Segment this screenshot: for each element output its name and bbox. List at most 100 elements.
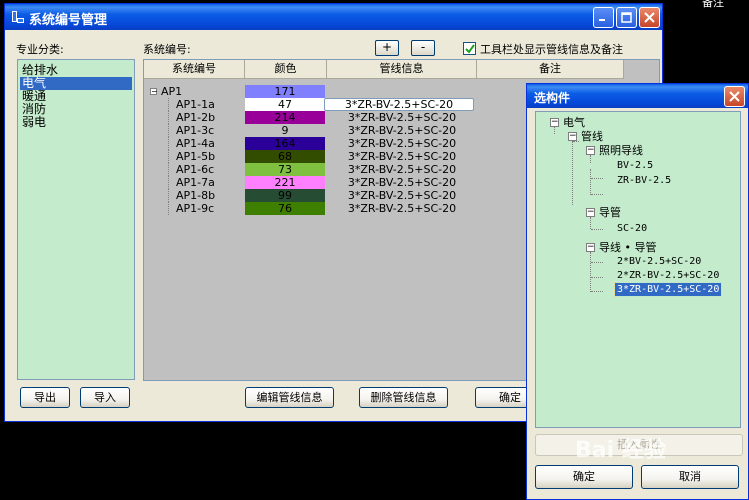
color-cell[interactable]: 76 bbox=[245, 202, 325, 215]
grid-header-id[interactable]: 系统编号 bbox=[144, 60, 245, 78]
collapse-toggle-icon[interactable]: − bbox=[550, 118, 559, 127]
export-button[interactable]: 导出 bbox=[20, 387, 70, 408]
tree-node-combo[interactable]: 2*BV-2.5+SC-20 bbox=[617, 255, 701, 268]
tree-node-wire[interactable]: ZR-BV-2.5 bbox=[617, 174, 671, 187]
minimize-button[interactable] bbox=[593, 7, 614, 28]
pipe-info-cell[interactable]: 3*ZR-BV-2.5+SC-20 bbox=[327, 202, 477, 215]
tree-node-wire-conduit[interactable]: 导线 • 导管 bbox=[599, 241, 656, 254]
tree-line bbox=[168, 124, 169, 137]
toolbar-info-checkbox-label[interactable]: 工具栏处显示管线信息及备注 bbox=[480, 41, 623, 57]
tree-line bbox=[590, 155, 591, 163]
tree-line bbox=[168, 150, 169, 163]
dialog-close-button[interactable] bbox=[724, 86, 745, 107]
tree-line bbox=[591, 277, 603, 278]
pipe-info-cell[interactable]: 3*ZR-BV-2.5+SC-20 bbox=[327, 189, 477, 202]
pipe-info-cell[interactable]: 3*ZR-BV-2.5+SC-20 bbox=[327, 176, 477, 189]
tree-line bbox=[591, 291, 603, 292]
close-icon bbox=[729, 91, 740, 102]
add-button[interactable]: + bbox=[375, 40, 399, 56]
app-icon bbox=[12, 11, 24, 23]
pipe-info-cell[interactable]: 3*ZR-BV-2.5+SC-20 bbox=[327, 124, 477, 137]
color-cell[interactable]: 9 bbox=[245, 124, 325, 137]
pipe-info-cell[interactable]: 3*ZR-BV-2.5+SC-20 bbox=[327, 111, 477, 124]
tree-line bbox=[168, 189, 169, 202]
tree-line bbox=[168, 163, 169, 176]
pipe-info-edit-field[interactable]: 3*ZR-BV-2.5+SC-20 bbox=[324, 98, 474, 111]
system-number-cell[interactable]: AP1-5b bbox=[176, 150, 215, 163]
category-list[interactable]: 给排水 电气 暖通 消防 弱电 bbox=[17, 59, 135, 380]
tree-node-pipe[interactable]: 管线 bbox=[581, 130, 603, 143]
collapse-toggle-icon[interactable]: − bbox=[586, 208, 595, 217]
color-cell[interactable]: 171 bbox=[245, 85, 325, 98]
tree-line bbox=[591, 262, 603, 263]
pipe-info-cell[interactable]: 3*ZR-BV-2.5+SC-20 bbox=[327, 163, 477, 176]
tree-line bbox=[168, 176, 169, 189]
color-cell[interactable]: 99 bbox=[245, 189, 325, 202]
tree-node-conduit-item[interactable]: SC-20 bbox=[617, 222, 647, 235]
tree-line bbox=[572, 141, 573, 205]
maximize-button[interactable] bbox=[616, 7, 637, 28]
collapse-toggle-icon[interactable]: − bbox=[586, 243, 595, 252]
system-number-cell[interactable]: AP1-7a bbox=[176, 176, 215, 189]
system-number-cell[interactable]: AP1-2b bbox=[176, 111, 215, 124]
color-cell[interactable]: 221 bbox=[245, 176, 325, 189]
tree-line bbox=[554, 127, 555, 134]
tree-line bbox=[591, 229, 603, 230]
pipe-info-cell[interactable]: 3*ZR-BV-2.5+SC-20 bbox=[327, 150, 477, 163]
color-cell[interactable]: 68 bbox=[245, 150, 325, 163]
tree-line bbox=[590, 169, 591, 195]
tree-line bbox=[591, 194, 603, 195]
tree-line bbox=[590, 252, 591, 292]
check-icon bbox=[465, 44, 475, 54]
toolbar-info-checkbox[interactable] bbox=[463, 42, 476, 55]
tree-node-electric[interactable]: 电气 bbox=[563, 116, 585, 129]
tree-line bbox=[168, 98, 169, 111]
maximize-icon bbox=[621, 12, 632, 23]
component-tree[interactable]: − − − − − 电气 管线 照明导线 BV-2.5 ZR-BV-2.5 导管… bbox=[535, 111, 741, 428]
import-button[interactable]: 导入 bbox=[80, 387, 130, 408]
color-cell[interactable]: 214 bbox=[245, 111, 325, 124]
tree-line bbox=[168, 202, 169, 215]
tree-line bbox=[591, 178, 603, 179]
system-number-cell[interactable]: AP1 bbox=[161, 85, 182, 98]
system-number-cell[interactable]: AP1-1a bbox=[176, 98, 215, 111]
tree-node-lighting-wire[interactable]: 照明导线 bbox=[599, 144, 643, 157]
grid-header-color[interactable]: 颜色 bbox=[245, 60, 327, 78]
color-cell[interactable]: 47 bbox=[245, 98, 325, 111]
dialog-cancel-button[interactable]: 取消 bbox=[641, 465, 739, 489]
tree-line bbox=[168, 111, 169, 124]
system-number-label: 系统编号: bbox=[143, 43, 191, 56]
system-number-cell[interactable]: AP1-4a bbox=[176, 137, 215, 150]
system-number-cell[interactable]: AP1-6c bbox=[176, 163, 214, 176]
dialog-ok-button[interactable]: 确定 bbox=[535, 465, 633, 489]
system-number-cell[interactable]: AP1-9c bbox=[176, 202, 214, 215]
grid-header-pipe[interactable]: 管线信息 bbox=[327, 60, 477, 78]
category-item[interactable]: 弱电 bbox=[20, 116, 46, 129]
tree-node-conduit[interactable]: 导管 bbox=[599, 206, 621, 219]
tree-line bbox=[573, 141, 579, 142]
dialog-title: 选构件 bbox=[534, 91, 571, 105]
collapse-toggle-icon[interactable]: − bbox=[586, 146, 595, 155]
delete-pipe-info-button[interactable]: 删除管线信息 bbox=[359, 387, 448, 408]
main-titlebar[interactable]: 系统编号管理 bbox=[5, 4, 662, 30]
collapse-toggle-icon[interactable]: − bbox=[150, 88, 158, 96]
tree-line bbox=[590, 217, 591, 229]
remove-button[interactable]: - bbox=[411, 40, 435, 56]
background-note-text: 备注 bbox=[702, 0, 724, 9]
edit-pipe-info-button[interactable]: 编辑管线信息 bbox=[245, 387, 334, 408]
collapse-toggle-icon[interactable]: − bbox=[568, 132, 577, 141]
grid-header-note[interactable]: 备注 bbox=[477, 60, 624, 78]
tree-line bbox=[168, 137, 169, 150]
system-number-cell[interactable]: AP1-8b bbox=[176, 189, 215, 202]
system-number-cell[interactable]: AP1-3c bbox=[176, 124, 214, 137]
close-button[interactable] bbox=[639, 7, 660, 28]
tree-node-wire[interactable]: BV-2.5 bbox=[617, 159, 653, 172]
color-cell[interactable]: 164 bbox=[245, 137, 325, 150]
tree-node-combo[interactable]: 2*ZR-BV-2.5+SC-20 bbox=[617, 269, 719, 282]
category-label: 专业分类: bbox=[16, 43, 64, 56]
pipe-info-cell[interactable]: 3*ZR-BV-2.5+SC-20 bbox=[327, 137, 477, 150]
dialog-titlebar[interactable]: 选构件 bbox=[527, 84, 748, 108]
close-icon bbox=[644, 12, 655, 23]
tree-node-combo-selected[interactable]: 3*ZR-BV-2.5+SC-20 bbox=[613, 282, 723, 297]
color-cell[interactable]: 73 bbox=[245, 163, 325, 176]
